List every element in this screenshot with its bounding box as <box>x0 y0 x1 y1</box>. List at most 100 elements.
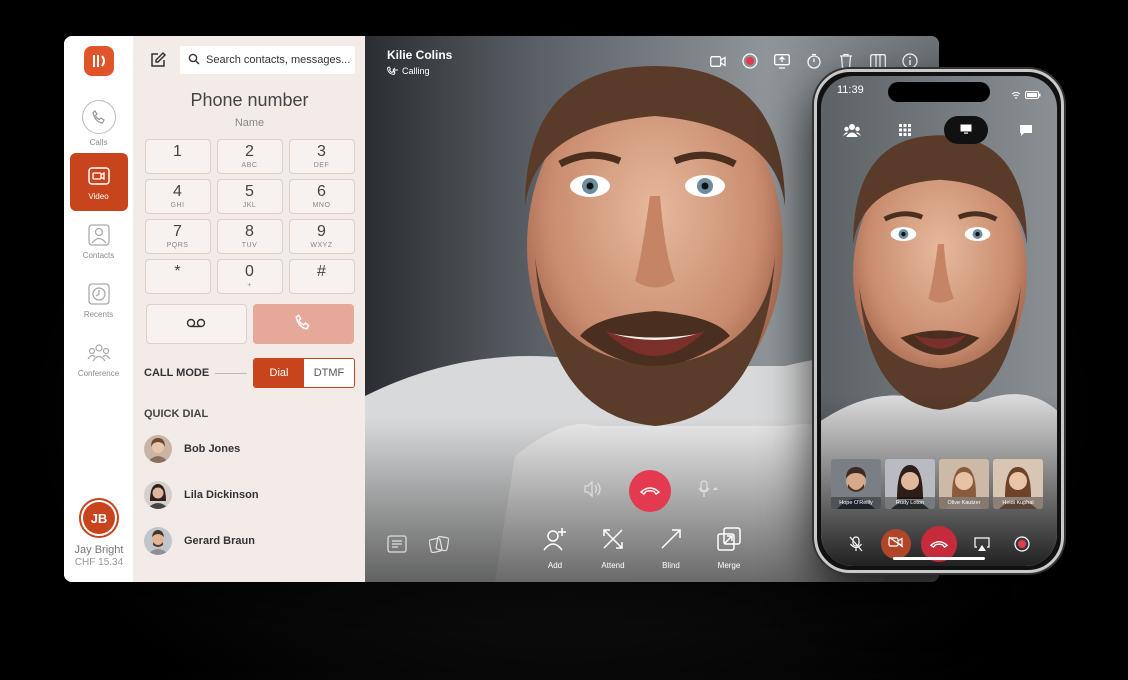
key-5[interactable]: 5 JKL <box>216 179 283 214</box>
search-icon <box>188 53 200 68</box>
participant-strip: Hope O'Reilly Rudy Loton Olive Kautzer H… <box>831 459 1043 509</box>
nav-label: Recents <box>83 309 114 319</box>
notes-icon[interactable] <box>387 535 407 558</box>
contact-avatar <box>144 481 172 509</box>
quick-dial-item[interactable]: Bob Jones <box>144 426 355 472</box>
nav-item-recents[interactable]: Recents <box>70 271 128 329</box>
airplay-icon[interactable] <box>967 529 997 559</box>
nav-label: Contacts <box>82 250 115 260</box>
blind-transfer-button[interactable]: Blind <box>655 526 687 570</box>
mobile-top-controls <box>837 116 1041 144</box>
clock-icon <box>87 282 111 306</box>
record-icon[interactable] <box>741 52 759 70</box>
search-input[interactable]: Search contacts, messages... <box>180 46 355 74</box>
key-letters: WXYZ <box>310 241 333 249</box>
wifi-icon <box>1011 86 1021 104</box>
nav-item-calls[interactable]: Calls <box>70 94 128 152</box>
mode-dtmf-button[interactable]: DTMF <box>304 359 354 387</box>
desktop-app-window: Calls Video Contacts Recents Conference … <box>64 36 939 582</box>
outgoing-call-icon <box>387 65 399 77</box>
mute-mic-icon[interactable] <box>841 529 871 559</box>
user-balance: CHF 15.34 <box>74 557 124 568</box>
key-digit: 8 <box>245 222 254 240</box>
mobile-device: 11:39 Hope O'Reilly Rudy Loton Olive Kau… <box>814 69 1064 573</box>
key-7[interactable]: 7 PQRS <box>144 219 211 254</box>
key-hash[interactable]: # <box>288 259 355 294</box>
participant-thumbnail[interactable]: Rudy Loton <box>885 459 935 509</box>
cards-icon[interactable] <box>428 535 450 558</box>
call-mode-label: CALL MODE <box>144 367 210 379</box>
key-4[interactable]: 4 GHI <box>144 179 211 214</box>
user-profile[interactable]: JB Jay Bright CHF 15.34 <box>64 498 134 568</box>
key-star[interactable]: * <box>144 259 211 294</box>
contact-name: Gerard Braun <box>184 535 255 547</box>
contact-name: Bob Jones <box>184 443 241 455</box>
video-off-button[interactable] <box>881 529 911 559</box>
add-person-icon <box>542 526 568 557</box>
keypad-icon[interactable] <box>890 118 920 142</box>
participant-thumbnail[interactable]: Olive Kautzer <box>939 459 989 509</box>
key-letters: ABC <box>241 161 258 169</box>
chat-icon[interactable] <box>1011 118 1041 142</box>
screen-share-icon[interactable] <box>773 52 791 70</box>
nav-item-video[interactable]: Video <box>69 153 128 211</box>
merge-calls-button[interactable]: Merge <box>713 526 745 570</box>
key-letters: PQRS <box>166 241 189 249</box>
speaker-icon[interactable] <box>583 479 603 503</box>
info-icon[interactable] <box>901 52 919 70</box>
microphone-icon[interactable] <box>697 479 721 503</box>
key-1[interactable]: 1 <box>144 139 211 174</box>
phone-number-display[interactable]: Phone number <box>144 90 355 111</box>
key-8[interactable]: 8 TUV <box>216 219 283 254</box>
compose-icon[interactable] <box>144 46 172 74</box>
divider <box>215 372 247 374</box>
key-digit: 0 <box>245 262 254 280</box>
quick-dial-item[interactable]: Lila Dickinson <box>144 472 355 518</box>
contact-name-display: Name <box>234 117 265 129</box>
dialer-panel: Search contacts, messages... Phone numbe… <box>134 36 365 582</box>
keypad: 1 2 ABC 3 DEF 4 GHI 5 JKL 6 MNO 7 PQRS 8 TUV 9W… <box>144 139 355 294</box>
trash-icon[interactable] <box>837 52 855 70</box>
participant-thumbnail[interactable]: Hope O'Reilly <box>831 459 881 509</box>
action-label: Blind <box>662 561 680 570</box>
nav-item-contacts[interactable]: Contacts <box>70 212 128 270</box>
video-camera-icon <box>87 164 111 188</box>
end-call-icon <box>639 482 661 500</box>
call-status-text: Calling <box>402 66 430 76</box>
hangup-button[interactable] <box>629 470 671 512</box>
camera-icon[interactable] <box>709 52 727 70</box>
key-6[interactable]: 6 MNO <box>288 179 355 214</box>
quick-dial-item[interactable]: Gerard Braun <box>144 518 355 564</box>
key-digit: 4 <box>173 182 182 200</box>
key-letters: + <box>247 281 252 289</box>
user-name: Jay Bright <box>74 544 124 556</box>
key-3[interactable]: 3 DEF <box>288 139 355 174</box>
mode-dial-button[interactable]: Dial <box>254 359 304 387</box>
participants-icon[interactable] <box>837 118 867 142</box>
key-9[interactable]: 9 WXYZ <box>288 219 355 254</box>
stage: Calls Video Contacts Recents Conference … <box>0 0 1128 680</box>
video-off-icon <box>888 535 904 553</box>
contact-avatar <box>144 435 172 463</box>
avatar[interactable]: JB <box>79 498 119 538</box>
nav-label: Video <box>88 191 109 201</box>
call-button[interactable] <box>252 304 354 344</box>
participant-name: Hope O'Reilly <box>839 500 873 506</box>
record-icon[interactable] <box>1007 529 1037 559</box>
timer-icon[interactable] <box>805 52 823 70</box>
key-letters: DEF <box>313 161 330 169</box>
participant-thumbnail[interactable]: Heidi Kuphal <box>993 459 1043 509</box>
attended-transfer-button[interactable]: Attend <box>597 526 629 570</box>
panels-icon[interactable] <box>869 52 887 70</box>
participant-name: Olive Kautzer <box>947 500 981 506</box>
phone-icon <box>81 99 116 134</box>
speaker-view-toggle[interactable] <box>943 116 988 144</box>
add-call-button[interactable]: Add <box>539 526 571 570</box>
key-2[interactable]: 2 ABC <box>216 139 283 174</box>
action-label: Attend <box>601 561 625 570</box>
battery-icon <box>1025 86 1041 104</box>
nav-item-conference[interactable]: Conference <box>70 330 128 388</box>
voicemail-button[interactable] <box>145 304 247 344</box>
phone-icon <box>294 313 312 336</box>
key-0[interactable]: 0 + <box>216 259 283 294</box>
